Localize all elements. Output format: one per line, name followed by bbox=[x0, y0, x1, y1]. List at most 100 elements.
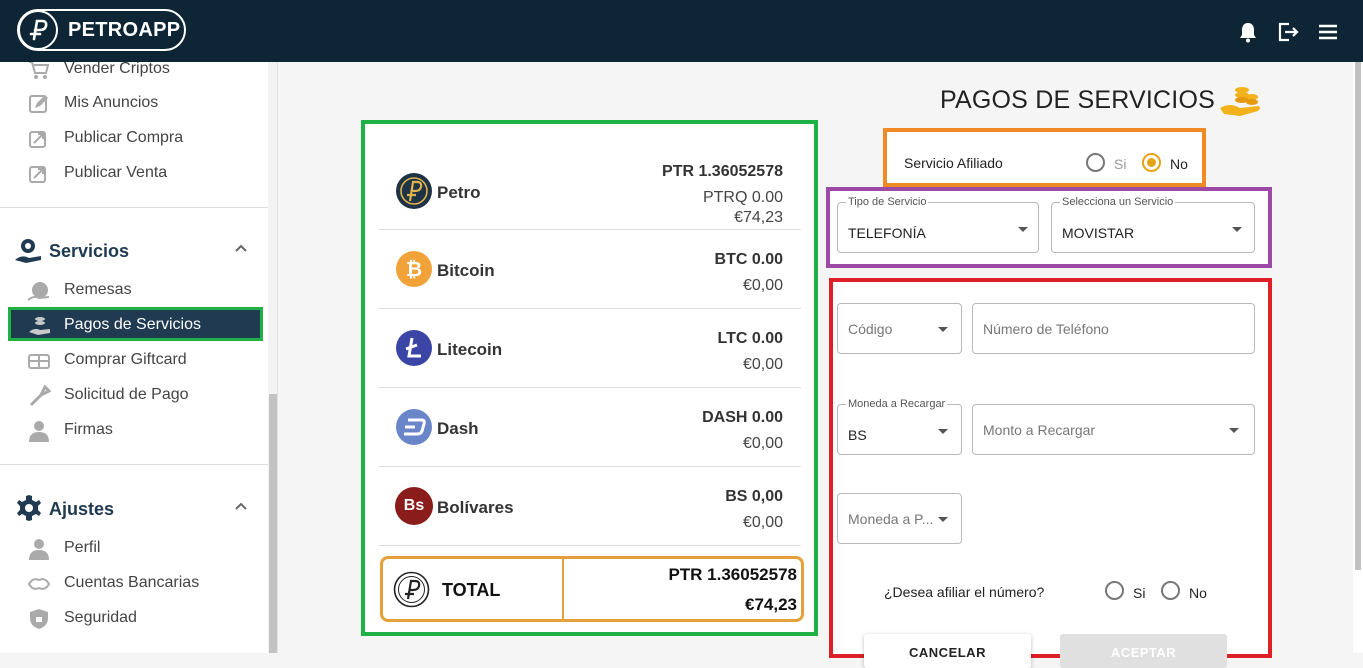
brand-name: PETROAPP bbox=[68, 18, 181, 41]
dash-icon bbox=[396, 409, 432, 445]
coin-name: Petro bbox=[437, 183, 481, 202]
monto-placeholder: Monto a Recargar bbox=[983, 422, 1096, 438]
coin-sub-amount: PTRQ 0.00 bbox=[702, 189, 783, 206]
petroapp-logo[interactable]: PETROAPP bbox=[17, 9, 186, 51]
afiliado-si-radio[interactable] bbox=[1086, 153, 1105, 172]
total-eur-amount: €74,23 bbox=[745, 595, 797, 614]
section-servicios[interactable]: Servicios bbox=[14, 235, 254, 265]
sidebar-item-label: Publicar Venta bbox=[64, 164, 168, 181]
page-title: PAGOS DE SERVICIOS bbox=[940, 86, 1215, 114]
sidebar-item-mis-anuncios[interactable]: Mis Anuncios bbox=[0, 88, 262, 118]
sidebar-item-seguridad[interactable]: Seguridad bbox=[0, 603, 262, 633]
moneda-pago-placeholder: Moneda a P... bbox=[848, 511, 934, 527]
main-scroll-thumb[interactable] bbox=[1355, 62, 1361, 570]
publish-sell-icon bbox=[29, 166, 46, 183]
chevron-up-icon[interactable] bbox=[234, 241, 248, 255]
main-scrollbar[interactable] bbox=[1353, 62, 1363, 653]
recharge-form: Código Número de Teléfono Moneda a Recar… bbox=[829, 278, 1272, 658]
moneda-recargar-select[interactable]: Moneda a Recargar BS bbox=[837, 398, 962, 455]
telefono-placeholder: Número de Teléfono bbox=[983, 321, 1109, 337]
sidebar-item-comprar-giftcard[interactable]: Comprar Giftcard bbox=[0, 345, 262, 375]
coin-eur-amount: €0,00 bbox=[742, 514, 783, 531]
sidebar-item-label: Mis Anuncios bbox=[64, 94, 159, 111]
servicio-afiliado-label: Servicio Afiliado bbox=[904, 155, 1003, 171]
sidebar-item-publicar-venta[interactable]: Publicar Venta bbox=[0, 158, 262, 188]
moneda-pago-select[interactable]: Moneda a P... bbox=[837, 493, 962, 544]
litecoin-icon bbox=[396, 330, 432, 366]
coin-name: Dash bbox=[437, 419, 479, 438]
afiliar-no-label: No bbox=[1189, 585, 1207, 601]
section-title: Servicios bbox=[49, 241, 130, 261]
bank-icon bbox=[27, 578, 51, 590]
afiliar-si-label: Si bbox=[1133, 585, 1146, 601]
servicio-select[interactable]: Selecciona un Servicio MOVISTAR bbox=[1051, 196, 1255, 253]
telefono-input[interactable]: Número de Teléfono bbox=[972, 303, 1255, 354]
chevron-down-icon bbox=[938, 429, 948, 434]
coin-row-petro: Petro PTR 1.36052578 PTRQ 0.00 €74,23 bbox=[379, 152, 801, 230]
services-gear-icon bbox=[15, 239, 41, 263]
user-icon bbox=[29, 421, 49, 442]
coin-eur-amount: €0,00 bbox=[742, 356, 783, 373]
sidebar-scroll-thumb[interactable] bbox=[269, 394, 277, 653]
coin-row-litecoin: Litecoin LTC 0.00 €0,00 bbox=[379, 309, 801, 388]
sidebar-item-solicitud-de-pago[interactable]: Solicitud de Pago bbox=[0, 380, 262, 410]
coin-name: Bitcoin bbox=[437, 261, 495, 280]
solicitud-icon bbox=[29, 385, 51, 407]
coin-eur-amount: €0,00 bbox=[742, 277, 783, 294]
cancel-button[interactable]: CANCELAR bbox=[864, 634, 1031, 668]
petro-logo-icon bbox=[18, 10, 58, 50]
afiliar-question: ¿Desea afiliar el número? bbox=[884, 584, 1045, 600]
sidebar-item-label: Firmas bbox=[64, 421, 113, 438]
sidebar-item-pagos-de-servicios[interactable]: Pagos de Servicios bbox=[8, 307, 263, 341]
sidebar-item-publicar-compra[interactable]: Publicar Compra bbox=[0, 123, 262, 153]
cart-icon bbox=[29, 62, 50, 79]
chevron-down-icon bbox=[938, 327, 948, 332]
total-balance-box: TOTAL PTR 1.36052578 €74,23 bbox=[380, 556, 804, 622]
chevron-down-icon bbox=[1232, 227, 1242, 232]
afiliado-no-label: No bbox=[1170, 156, 1188, 172]
edit-icon bbox=[29, 95, 48, 113]
coin-row-dash: Dash DASH 0.00 €0,00 bbox=[379, 388, 801, 467]
coin-name: Litecoin bbox=[437, 340, 503, 359]
remesas-icon bbox=[27, 282, 50, 301]
coin-amount: LTC 0.00 bbox=[717, 330, 784, 347]
total-divider bbox=[562, 559, 564, 619]
sidebar-item-vender-criptos[interactable]: Vender Criptos bbox=[0, 62, 262, 84]
sidebar-divider bbox=[0, 464, 268, 465]
menu-icon[interactable] bbox=[1316, 20, 1340, 44]
monto-recargar-select[interactable]: Monto a Recargar bbox=[972, 404, 1255, 455]
moneda-recargar-label: Moneda a Recargar bbox=[846, 398, 948, 410]
sidebar-item-label: Perfil bbox=[64, 539, 101, 556]
sidebar-item-cuentas-bancarias[interactable]: Cuentas Bancarias bbox=[0, 568, 262, 598]
top-header: PETROAPP bbox=[0, 0, 1363, 62]
coin-row-bitcoin: ₿ Bitcoin BTC 0.00 €0,00 bbox=[379, 230, 801, 309]
servicio-value: MOVISTAR bbox=[1062, 225, 1135, 241]
tipo-servicio-select[interactable]: Tipo de Servicio TELEFONÍA bbox=[837, 196, 1039, 253]
sidebar-item-firmas[interactable]: Firmas bbox=[0, 415, 262, 445]
codigo-placeholder: Código bbox=[848, 321, 893, 337]
coins-hand-icon bbox=[1220, 87, 1260, 116]
sidebar-item-perfil[interactable]: Perfil bbox=[0, 533, 262, 563]
coin-row-bolivares: Bs Bolívares BS 0,00 €0,00 bbox=[379, 467, 801, 546]
chevron-down-icon bbox=[1018, 227, 1028, 232]
sidebar-item-label: Cuentas Bancarias bbox=[64, 574, 200, 591]
afiliar-no-radio[interactable] bbox=[1161, 581, 1180, 600]
coin-amount: BS 0,00 bbox=[725, 488, 783, 505]
sidebar-item-label: Comprar Giftcard bbox=[64, 351, 187, 368]
accept-button[interactable]: ACEPTAR bbox=[1060, 634, 1227, 668]
bitcoin-icon: ₿ bbox=[396, 251, 432, 287]
logout-icon[interactable] bbox=[1276, 20, 1300, 44]
afiliado-no-radio[interactable] bbox=[1142, 153, 1161, 172]
codigo-select[interactable]: Código bbox=[837, 303, 962, 354]
shield-icon bbox=[30, 609, 48, 629]
section-ajustes[interactable]: Ajustes bbox=[14, 493, 254, 523]
svg-text:₿: ₿ bbox=[406, 257, 422, 281]
chevron-up-icon[interactable] bbox=[234, 499, 248, 513]
sidebar-item-remesas[interactable]: Remesas bbox=[0, 275, 262, 305]
bell-icon[interactable] bbox=[1236, 20, 1260, 44]
afiliar-si-radio[interactable] bbox=[1105, 581, 1124, 600]
chevron-down-icon bbox=[938, 517, 948, 522]
sidebar-item-label: Pagos de Servicios bbox=[64, 316, 201, 333]
afiliado-si-label: Si bbox=[1114, 156, 1127, 172]
coin-eur-amount: €0,00 bbox=[742, 435, 783, 452]
